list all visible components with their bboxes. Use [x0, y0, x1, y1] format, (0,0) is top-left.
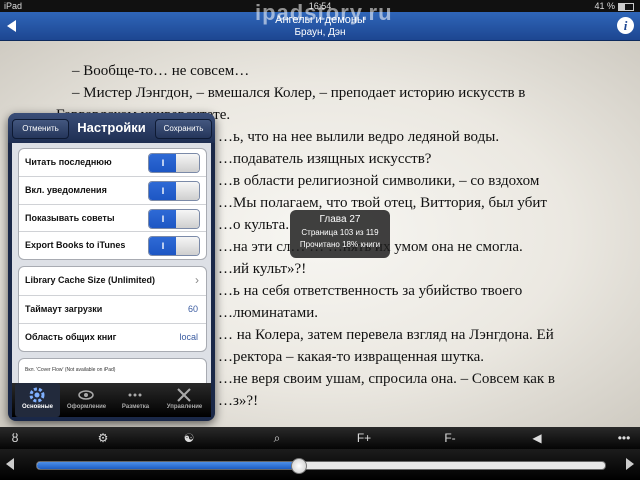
reader-line: …на эти сл… … …нять их умом она не смогл…	[218, 239, 523, 255]
page-progress-slider[interactable]	[36, 458, 606, 474]
tools-icon	[177, 388, 191, 402]
eye-icon	[78, 390, 94, 400]
more-icon[interactable]: •••	[612, 429, 636, 447]
reader-line: …ректора – какая-то извращенная шутка.	[218, 349, 485, 365]
toggle-row-read-last[interactable]: Читать последнюю I	[19, 149, 206, 176]
font-decrease-icon[interactable]: F-	[441, 429, 459, 447]
reader-line: …о культа.	[218, 217, 290, 233]
reader-toolbar: ȣ ⚙ ☯ ⌕ F+ F- ◀ •••	[0, 427, 640, 449]
reader-line: …люминатами.	[218, 305, 318, 321]
slider-thumb[interactable]	[291, 458, 308, 474]
battery-icon	[618, 2, 634, 11]
page-counter: Страница 103 из 119	[301, 228, 379, 237]
reader-line: …ь на себя ответственность за убийство т…	[218, 283, 523, 299]
option-label: Область общих книг	[25, 332, 117, 342]
cover-flow-note: Вкл. 'Cover Flow' (Not available on iPad…	[25, 367, 116, 373]
font-increase-icon[interactable]: F+	[355, 429, 373, 447]
option-label: Таймаут загрузки	[25, 304, 103, 314]
settings-header: Отменить Настройки Сохранить	[8, 113, 215, 143]
reader-line: …з»?!	[218, 393, 259, 409]
toggle-switch[interactable]: I	[148, 209, 200, 229]
reader-line: …подаватель изящных искусств?	[218, 151, 432, 167]
options-group: Library Cache Size (Unlimited) › Таймаут…	[18, 266, 207, 352]
reader-line: …не веря своим ушам, спросила она. – Сов…	[218, 371, 555, 387]
search-icon[interactable]: ⌕	[268, 429, 286, 447]
toggle-label: Читать последнюю	[25, 157, 112, 167]
toggle-label: Export Books to iTunes	[25, 240, 126, 250]
progress-fill	[37, 462, 299, 469]
info-icon[interactable]: i	[617, 17, 634, 34]
settings-list[interactable]: Читать последнюю I Вкл. уведомления I По…	[12, 143, 211, 383]
cover-flow-group: Вкл. 'Cover Flow' (Not available on iPad…	[18, 358, 207, 383]
toggle-row-notifications[interactable]: Вкл. уведомления I	[19, 176, 206, 204]
option-label: Library Cache Size (Unlimited)	[25, 275, 156, 285]
toggle-row-export-itunes[interactable]: Export Books to iTunes I	[19, 231, 206, 259]
option-value: 60	[187, 304, 198, 314]
toggle-switch[interactable]: I	[148, 181, 200, 201]
dots-icon	[128, 393, 142, 397]
toggle-switch[interactable]: I	[148, 153, 200, 173]
settings-tab-bar: Основные Оформление Разметка Управление	[12, 383, 211, 417]
tab-layout[interactable]: Разметка	[113, 383, 158, 417]
reader-line: …в области религиозной символики, – со в…	[218, 173, 540, 189]
battery-percent: 41 %	[594, 1, 615, 11]
library-icon[interactable]: ȣ	[6, 429, 24, 447]
toggle-label: Вкл. уведомления	[25, 185, 107, 195]
read-percent: Прочитано 18% книги	[299, 240, 381, 249]
option-value: local	[179, 332, 198, 342]
reader-line: – Вообще-то… не совсем…	[72, 63, 250, 79]
reader-line: …Мы полагаем, что твой отец, Виттория, б…	[218, 195, 547, 211]
book-author: Браун, Дэн	[294, 27, 346, 38]
next-page-icon[interactable]	[626, 458, 634, 470]
save-button[interactable]: Сохранить	[155, 119, 212, 139]
reader-line: …ь, что на нее вылили ведро ледяной воды…	[218, 129, 500, 145]
previous-page-icon[interactable]	[6, 458, 14, 470]
tab-controls[interactable]: Управление	[162, 383, 207, 417]
tab-basic[interactable]: Основные	[15, 383, 60, 417]
reader-line: … на Колера, затем перевела взгляд на Лэ…	[218, 327, 554, 343]
day-night-icon[interactable]: ☯	[180, 429, 198, 447]
battery-status: 41 %	[594, 0, 634, 12]
page-slider-bar	[0, 449, 640, 480]
option-row-cache-size[interactable]: Library Cache Size (Unlimited) ›	[19, 267, 206, 294]
toggle-row-tips[interactable]: Показывать советы I	[19, 204, 206, 232]
brightness-icon[interactable]: ◀	[528, 429, 546, 447]
watermark: ipadstory.ru	[255, 0, 393, 25]
chapter-info-overlay: Глава 27 Страница 103 из 119 Прочитано 1…	[290, 210, 390, 258]
option-row-shared-area[interactable]: Область общих книг local	[19, 323, 206, 351]
reader-line: – Мистер Лэнгдон, – вмешался Колер, – пр…	[72, 85, 526, 101]
gear-icon	[29, 387, 45, 403]
chapter-label: Глава 27	[319, 214, 361, 225]
reader-line: …ий культ»?!	[218, 261, 307, 277]
settings-popover: Отменить Настройки Сохранить Читать посл…	[8, 113, 215, 421]
option-row-timeout[interactable]: Таймаут загрузки 60	[19, 295, 206, 323]
toggle-switch[interactable]: I	[148, 236, 200, 256]
toggle-label: Показывать советы	[25, 213, 115, 223]
settings-gear-icon[interactable]: ⚙	[94, 429, 112, 447]
tab-appearance[interactable]: Оформление	[64, 383, 109, 417]
toggle-group: Читать последнюю I Вкл. уведомления I По…	[18, 148, 207, 260]
chevron-right-icon: ›	[195, 273, 199, 287]
